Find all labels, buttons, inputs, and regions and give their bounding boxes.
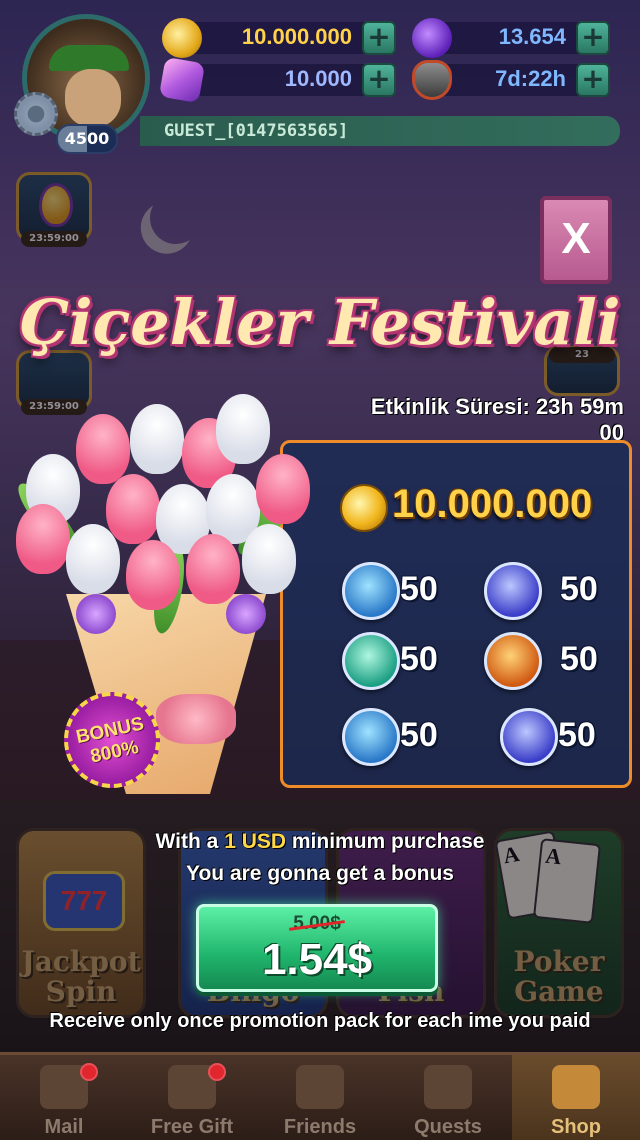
event-duration: Etkinlik Süresi: 23h 59m 00 (370, 394, 624, 445)
tulip-pink (126, 540, 180, 610)
tulip-white (130, 404, 184, 474)
shield-counter: 7d:22h + (412, 60, 610, 100)
tulip-pink (76, 414, 130, 484)
reward-item-count: 50 (558, 716, 596, 754)
swap-booster-icon (342, 708, 400, 766)
tulip-white (242, 524, 296, 594)
ribbon-bow (156, 694, 236, 744)
reward-item: 50 (484, 632, 614, 692)
nav-label: Shop (551, 1116, 601, 1138)
offer-suffix: minimum purchase (286, 830, 485, 853)
reward-item-count: 50 (560, 570, 598, 608)
nav-label: Friends (283, 1116, 357, 1138)
tulip-white (66, 524, 120, 594)
jackpot-booster-icon (484, 632, 542, 690)
reward-item: 50 (342, 632, 472, 692)
nav-label: Free Gift (150, 1116, 234, 1138)
gems-value: 10.000 (284, 66, 352, 91)
eye-booster-icon (484, 562, 542, 620)
coins-value: 10.000.000 (241, 24, 352, 49)
checklist-icon (424, 1065, 472, 1109)
swap-booster-icon (342, 562, 400, 620)
nav-friends[interactable]: Friends (256, 1055, 384, 1140)
nav-shop[interactable]: Shop (512, 1055, 640, 1140)
reward-item: 50 (484, 562, 614, 622)
coin-reward-amount: 10.000.000 (392, 482, 593, 526)
offer-min-amount: 1 USD (224, 830, 287, 853)
add-energy-button[interactable]: + (576, 21, 610, 55)
old-price: 5.00$ (199, 913, 435, 935)
tulip-pink (16, 504, 70, 574)
reward-item: 50 (342, 708, 472, 768)
add-coins-button[interactable]: + (362, 21, 396, 55)
tulip-bouquet-illustration (6, 384, 336, 804)
settings-gear-icon[interactable] (14, 92, 58, 136)
price-label: 1.54$ (261, 935, 373, 984)
top-bar: 4500 10.000.000 + 13.654 + 10.000 + 7d:2… (0, 0, 640, 160)
lilac-flower (76, 594, 116, 634)
close-button[interactable]: X (540, 196, 612, 284)
bottom-nav: Mail Free Gift Friends Quests Shop (0, 1052, 640, 1140)
reward-item: 50 (342, 562, 472, 622)
add-shield-button[interactable]: + (576, 63, 610, 97)
username-label: GUEST_[0147563565] (140, 116, 620, 146)
tulip-pink (186, 534, 240, 604)
auto-booster-icon (342, 632, 400, 690)
old-price-value: 5.00$ (293, 913, 341, 934)
notification-dot (208, 1063, 226, 1081)
eye-booster-icon (500, 708, 558, 766)
tulip-pink (106, 474, 160, 544)
nav-mail[interactable]: Mail (0, 1055, 128, 1140)
lilac-flower (226, 594, 266, 634)
shield-icon (412, 60, 452, 100)
gems-counter: 10.000 + (158, 56, 396, 104)
offer-prefix: With a (155, 830, 225, 853)
popup-title: Çiçekler Festivali (19, 286, 621, 359)
buy-button[interactable]: 5.00$ 1.54$ (196, 904, 438, 992)
reward-item-count: 50 (400, 716, 438, 754)
energy-counter: 13.654 + (412, 18, 610, 58)
nav-label: Quests (414, 1116, 482, 1138)
offer-text-line2: You are gonna get a bonus (186, 862, 454, 885)
gem-icon (158, 56, 206, 104)
nav-quests[interactable]: Quests (384, 1055, 512, 1140)
tulip-white (216, 394, 270, 464)
shield-timer: 7d:22h (495, 66, 566, 91)
reward-item: 50 (500, 708, 630, 768)
promotion-note: Receive only once promotion pack for eac… (49, 1010, 591, 1032)
energy-bolt-icon (412, 18, 452, 58)
level-badge: 4500 (56, 124, 118, 154)
avatar-face (65, 69, 121, 127)
notification-dot (80, 1063, 98, 1081)
energy-value: 13.654 (498, 24, 566, 49)
reward-item-count: 50 (400, 640, 438, 678)
coin-icon (162, 18, 202, 58)
nav-label: Mail (44, 1116, 84, 1138)
coin-icon (340, 484, 388, 532)
reward-item-count: 50 (400, 570, 438, 608)
tulip-pink (256, 454, 310, 524)
coins-counter: 10.000.000 + (162, 18, 396, 58)
avatar-hat (49, 45, 129, 71)
coin-reward-row: 10.000.000 (340, 478, 620, 538)
offer-text-line1: With a 1 USD minimum purchase (0, 830, 640, 854)
add-gems-button[interactable]: + (362, 63, 396, 97)
shopping-cart-icon (552, 1065, 600, 1109)
friends-icon (296, 1065, 344, 1109)
nav-free-gift[interactable]: Free Gift (128, 1055, 256, 1140)
reward-item-count: 50 (560, 640, 598, 678)
